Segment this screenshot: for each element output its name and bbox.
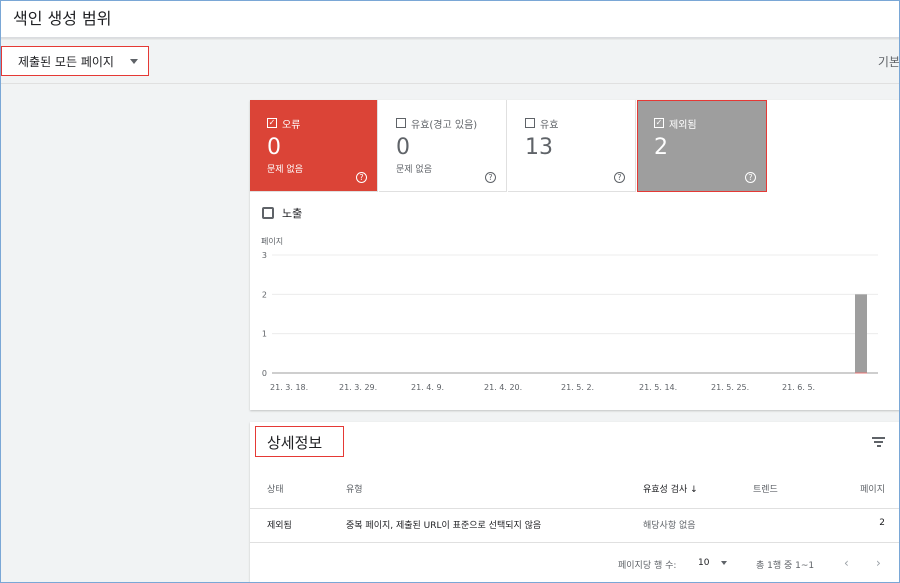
sitemap-filter-dropdown[interactable]: 제출된 모든 페이지 [1, 46, 149, 76]
rows-per-page-label: 페이지당 행 수: [618, 561, 677, 571]
checkbox-unchecked-icon [396, 118, 406, 128]
checkbox-checked-icon: ✓ [267, 118, 277, 128]
y-tick-label: 3 [262, 251, 267, 260]
y-tick-label: 2 [262, 290, 267, 299]
divider [250, 508, 900, 509]
tile-valid-with-warnings[interactable]: 유효(경고 있음) 0 문제 없음 ? [379, 100, 507, 192]
table-row[interactable]: 제외됨 중복 페이지, 제출된 URL이 표준으로 선택되지 않음 해당사항 없… [250, 518, 900, 532]
help-icon[interactable]: ? [485, 172, 496, 183]
checkbox-checked-icon: ✓ [654, 118, 664, 128]
checkbox-unchecked-icon [262, 207, 274, 219]
pagination: 페이지당 행 수: 10 총 1행 중 1~1 ‹ › [250, 556, 900, 572]
top-bar: 색인 생성 범위 [0, 0, 900, 38]
primary-crawler-label: 기본 [877, 55, 900, 69]
col-trend[interactable]: 트렌드 [753, 482, 778, 495]
coverage-chart: 페이지 0 1 2 3 21. 3. 18. 21. 3. 29. 21. 4. 9. 21. … [261, 236, 878, 392]
divider [250, 542, 900, 543]
tile-error-label: 오류 [282, 119, 301, 131]
rows-per-page-value: 10 [698, 558, 710, 568]
help-icon[interactable]: ? [745, 172, 756, 183]
left-pane [0, 85, 250, 583]
y-tick-label: 0 [262, 369, 267, 378]
tile-warn-label: 유효(경고 있음) [411, 119, 478, 131]
col-validation-label: 유효성 검사 [643, 485, 688, 495]
details-card: 상세정보 상태 유형 유효성 검사 ↓ 트렌드 페이지 제외됨 중복 페이지, … [250, 422, 900, 583]
row-status: 제외됨 [267, 521, 292, 531]
details-title: 상세정보 [255, 426, 344, 457]
checkbox-unchecked-icon [525, 118, 535, 128]
filter-icon[interactable] [872, 437, 885, 447]
col-validation[interactable]: 유효성 검사 ↓ [643, 482, 698, 495]
tile-warn-value: 0 [396, 135, 410, 160]
col-status[interactable]: 상태 [267, 482, 284, 495]
next-page-icon[interactable]: › [876, 556, 881, 570]
x-tick-label: 21. 5. 14. [639, 383, 677, 392]
x-tick-label: 21. 4. 9. [411, 383, 444, 392]
tile-excluded[interactable]: ✓ 제외됨 2 ? [637, 100, 767, 192]
chevron-down-icon [721, 560, 728, 565]
help-icon[interactable]: ? [356, 172, 367, 183]
arrow-down-icon: ↓ [687, 485, 698, 495]
table-header: 상태 유형 유효성 검사 ↓ 트렌드 페이지 [250, 482, 900, 496]
row-type: 중복 페이지, 제출된 URL이 표준으로 선택되지 않음 [346, 521, 542, 531]
y-axis-title: 페이지 [261, 236, 283, 246]
tile-error-value: 0 [267, 135, 281, 160]
tile-valid[interactable]: 유효 13 ? [508, 100, 636, 192]
x-tick-label: 21. 5. 25. [711, 383, 749, 392]
chart-bar [861, 294, 867, 373]
chevron-down-icon [130, 59, 138, 64]
tile-valid-label: 유효 [540, 119, 559, 131]
tile-excluded-value: 2 [654, 135, 668, 160]
col-type[interactable]: 유형 [346, 482, 363, 495]
x-tick-label: 21. 3. 18. [270, 383, 308, 392]
chart-bar [855, 294, 861, 373]
col-pages[interactable]: 페이지 [860, 482, 885, 495]
x-tick-label: 21. 6. 5. [782, 383, 815, 392]
prev-page-icon[interactable]: ‹ [844, 556, 849, 570]
impressions-label: 노출 [282, 207, 303, 220]
row-pages: 2 [879, 518, 885, 528]
filter-bar: 제출된 모든 페이지 기본 [0, 40, 900, 84]
rows-per-page-select[interactable]: 10 [698, 558, 728, 568]
tile-valid-value: 13 [525, 135, 553, 160]
tile-error[interactable]: ✓ 오류 0 문제 없음 ? [250, 100, 378, 192]
y-tick-label: 1 [262, 330, 267, 339]
x-tick-label: 21. 5. 2. [561, 383, 594, 392]
impressions-toggle[interactable]: 노출 [262, 205, 302, 221]
sitemap-filter-label: 제출된 모든 페이지 [18, 54, 114, 69]
x-tick-label: 21. 3. 29. [339, 383, 377, 392]
tile-excluded-label: 제외됨 [669, 119, 697, 131]
page-range: 총 1행 중 1~1 [756, 561, 815, 571]
page-title: 색인 생성 범위 [13, 9, 112, 28]
x-tick-label: 21. 4. 20. [484, 383, 522, 392]
help-icon[interactable]: ? [614, 172, 625, 183]
row-validation: 해당사항 없음 [643, 521, 696, 531]
